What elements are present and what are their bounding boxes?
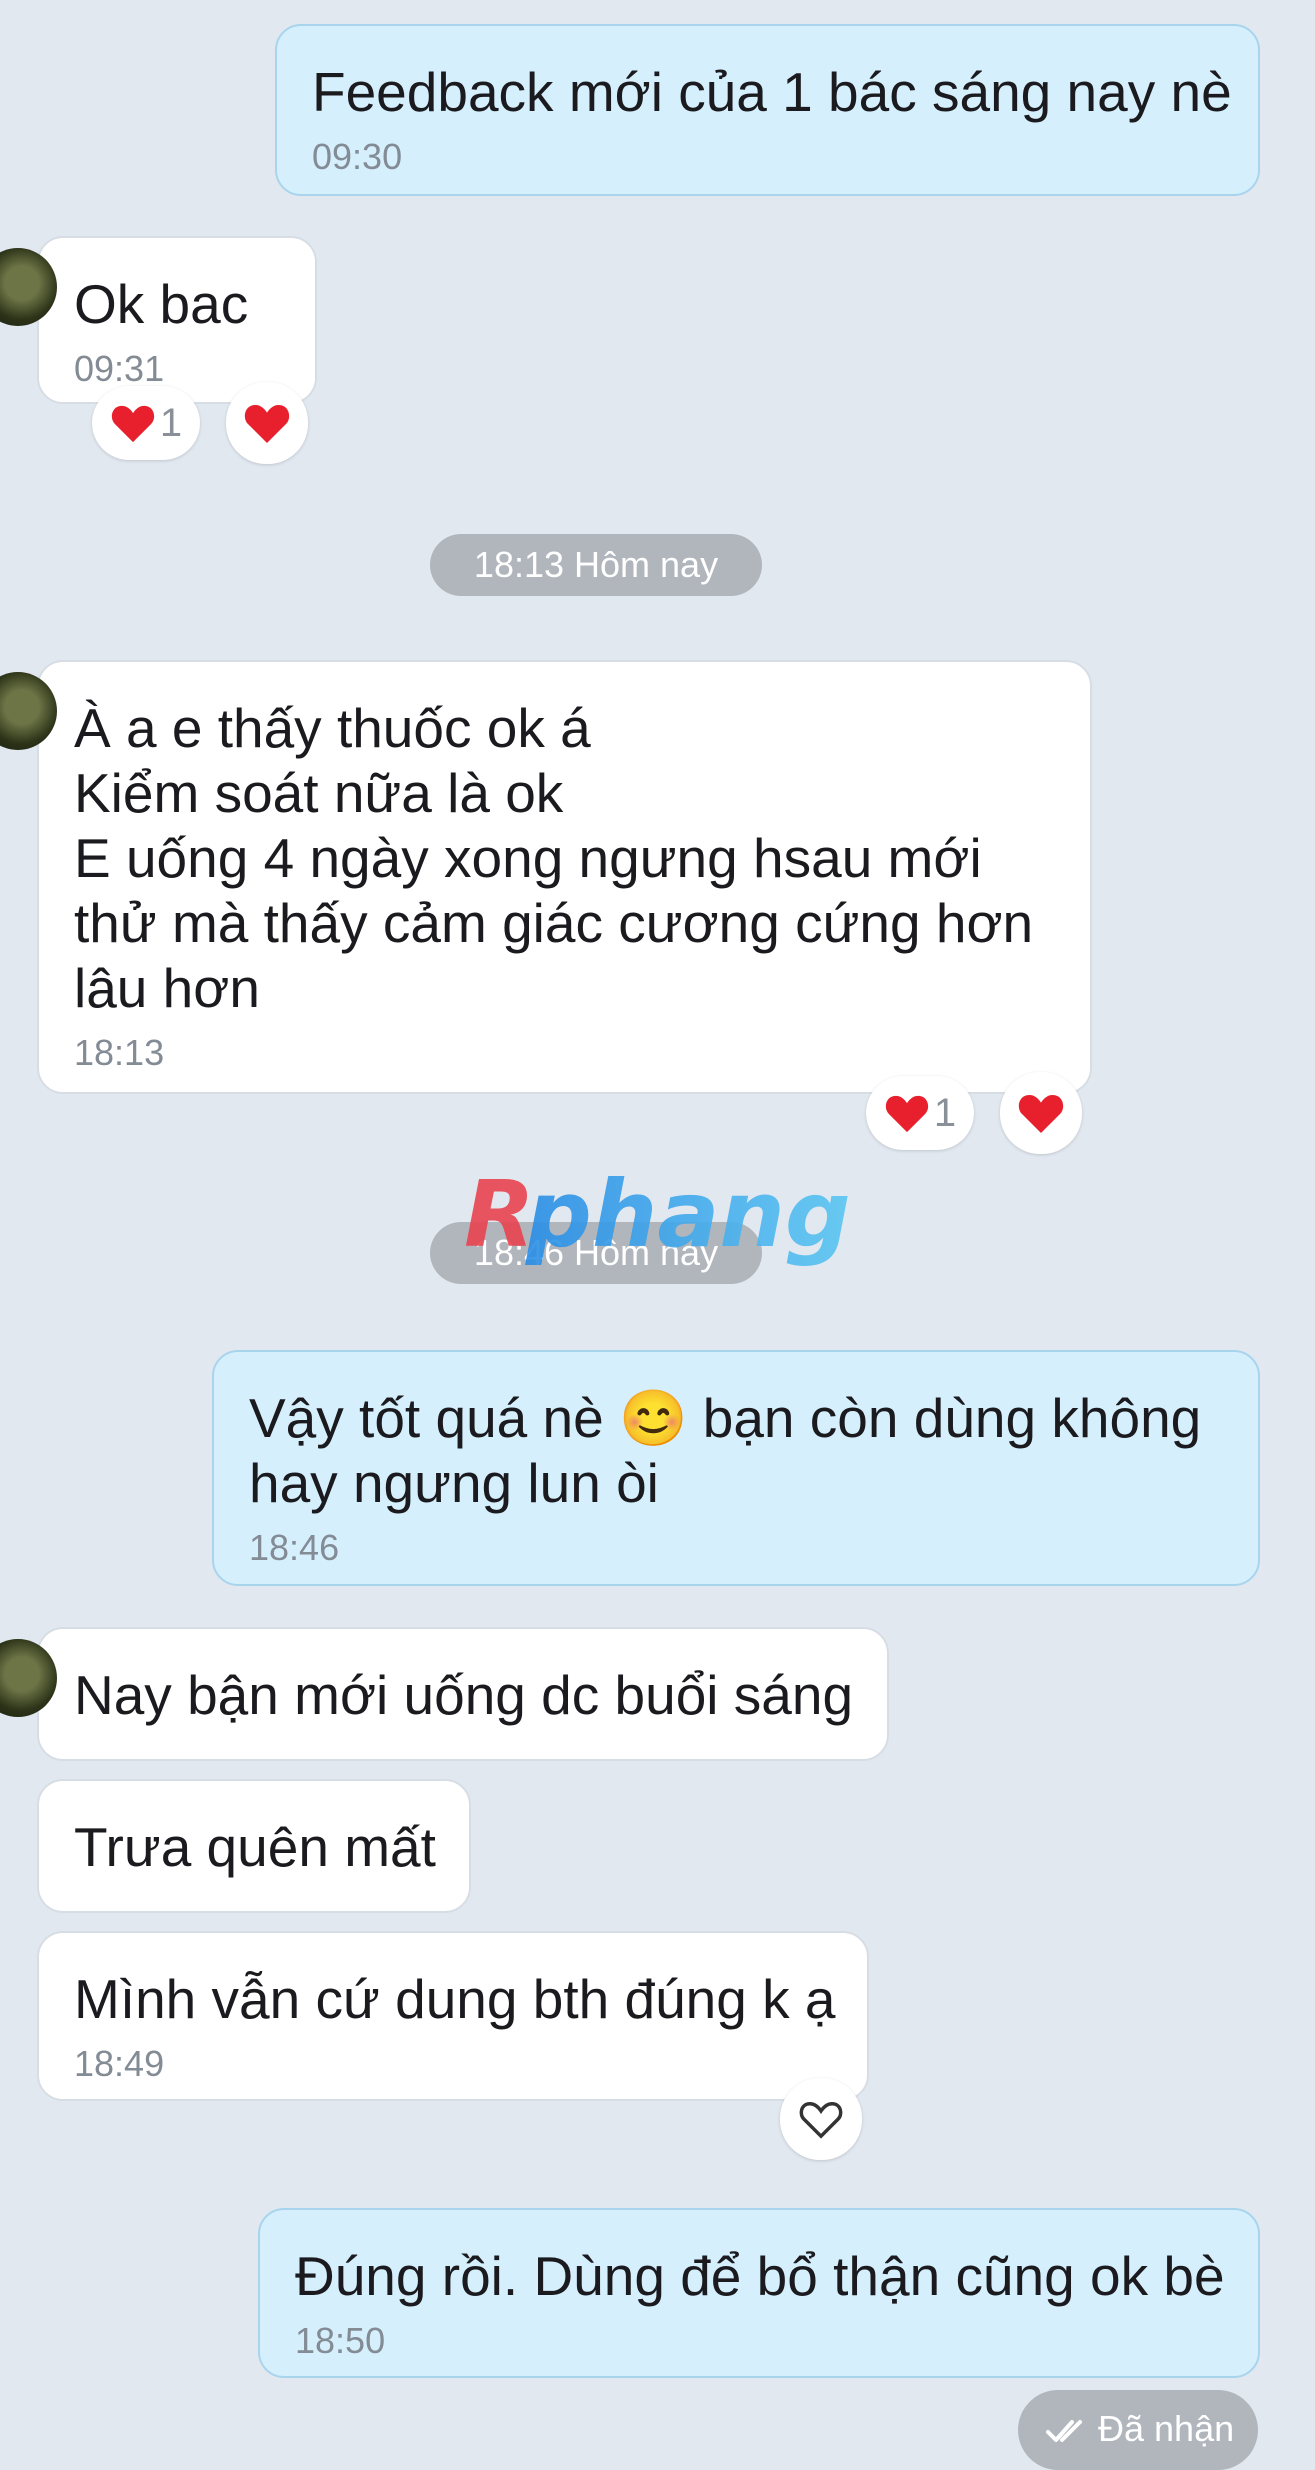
message-text: Ok bac: [74, 273, 249, 335]
delivery-status-label: Đã nhận: [1098, 2408, 1235, 2449]
svg-text:R: R: [464, 1161, 535, 1268]
avatar[interactable]: [0, 672, 57, 750]
message-time: 18:46: [249, 1527, 340, 1568]
message-outgoing[interactable]: Feedback mới của 1 bác sáng nay nè 09:30: [275, 24, 1260, 196]
react-button[interactable]: [780, 2078, 862, 2160]
message-text: À a e thấy thuốc ok á Kiểm soát nữa là o…: [74, 697, 1034, 1019]
message-time: 18:50: [295, 2320, 386, 2361]
reaction-count: 1: [933, 1090, 957, 1135]
message-time: 09:30: [312, 136, 403, 177]
message-incoming[interactable]: Mình vẫn cứ dung bth đúng k ạ 18:49: [37, 1931, 869, 2101]
message-incoming[interactable]: Nay bận mới uống dc buổi sáng: [0, 1627, 889, 1761]
reaction-count: 1: [159, 400, 183, 445]
double-check-icon: [1046, 2420, 1082, 2443]
heart-icon: [1018, 1095, 1064, 1133]
avatar[interactable]: [0, 1639, 57, 1717]
reaction-summary[interactable]: 1: [866, 1076, 974, 1150]
heart-icon: [885, 1095, 929, 1133]
message-text: Mình vẫn cứ dung bth đúng k ạ: [74, 1968, 836, 2030]
reaction-summary[interactable]: 1: [92, 386, 200, 460]
heart-icon: [244, 405, 290, 443]
react-button[interactable]: [1000, 1072, 1082, 1154]
message-time: 18:13: [74, 1032, 165, 1073]
message-text: Vậy tốt quá nè 😊 bạn còn dùng không hay …: [249, 1387, 1202, 1514]
delivery-status: Đã nhận: [1018, 2390, 1258, 2470]
message-incoming[interactable]: À a e thấy thuốc ok á Kiểm soát nữa là o…: [0, 660, 1092, 1094]
message-text: Feedback mới của 1 bác sáng nay nè: [312, 61, 1232, 123]
react-button[interactable]: [226, 382, 308, 464]
message-text: Nay bận mới uống dc buổi sáng: [74, 1664, 854, 1726]
message-text: Đúng rồi. Dùng để bổ thận cũng ok bè: [295, 2245, 1225, 2307]
message-outgoing[interactable]: Vậy tốt quá nè 😊 bạn còn dùng không hay …: [212, 1350, 1260, 1586]
watermark-logo: R phang: [464, 1161, 851, 1268]
heart-outline-icon: [799, 2102, 843, 2139]
message-incoming[interactable]: Ok bac 09:31: [0, 236, 317, 404]
svg-text:phang: phang: [525, 1161, 851, 1268]
avatar[interactable]: [0, 248, 57, 326]
date-separator: 18:13 Hôm nay: [430, 534, 762, 596]
message-text: Trưa quên mất: [74, 1816, 436, 1878]
message-incoming[interactable]: Trưa quên mất: [37, 1779, 471, 1913]
message-time: 18:49: [74, 2043, 165, 2084]
message-outgoing[interactable]: Đúng rồi. Dùng để bổ thận cũng ok bè 18:…: [258, 2208, 1260, 2378]
heart-icon: [111, 405, 155, 443]
